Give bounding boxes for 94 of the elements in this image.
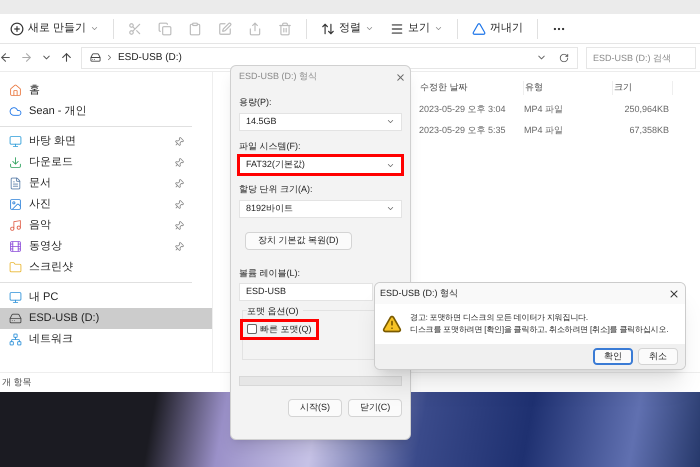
share-icon (248, 22, 262, 36)
scissors-icon (128, 22, 142, 36)
sidebar-item[interactable]: 사진 (0, 194, 192, 215)
toolbar-button[interactable]: 보기 (384, 16, 450, 40)
sidebar-label: 음악 (29, 218, 52, 234)
sidebar-label: Sean - 개인 (29, 104, 88, 120)
caret-icon (434, 24, 444, 33)
sidebar-item[interactable]: 음악 (0, 215, 192, 236)
sidebar-label: 홈 (29, 83, 41, 98)
field-label: 용량(P): (239, 96, 272, 109)
sidebar-label: 문서 (29, 176, 52, 192)
table-cell-text: 250,964KB (623, 102, 670, 116)
caret-icon (365, 24, 374, 33)
status-text: 개 항목 (1, 376, 32, 389)
table-cell-text: 67,358KB (628, 124, 670, 137)
caret-icon (90, 24, 100, 33)
sidebar-item[interactable]: 다운로드 (0, 152, 192, 173)
table-cell-text: MP4 파일 (524, 124, 564, 137)
sidebar-item[interactable]: 문서 (0, 173, 192, 194)
sidebar-label: ESD-USB (D:) (29, 311, 100, 326)
rename-icon (218, 22, 232, 36)
sidebar-label: 동영상 (29, 239, 63, 254)
caret-icon (386, 117, 395, 126)
trash-icon (278, 22, 292, 36)
group-title: 포맷 옵션(O) (247, 305, 302, 318)
dialog-button[interactable]: 확인 (593, 348, 633, 365)
chevron-icon (105, 53, 114, 62)
table-cell-text: MP4 파일 (524, 102, 564, 116)
sidebar-label: 바탕 화면 (29, 134, 78, 150)
input-field[interactable]: ESD-USB (239, 283, 373, 301)
field-label: 파일 시스템(F): (239, 140, 302, 153)
sidebar-item[interactable]: Sean - 개인 (0, 101, 192, 122)
column-header[interactable]: 유형 (524, 81, 613, 95)
home-icon (9, 84, 22, 97)
dialog-title: ESD-USB (D:) 형식 (380, 286, 460, 300)
sidebar-label: 내 PC (29, 290, 60, 306)
download-icon (9, 156, 22, 169)
warning-text: 디스크를 포맷하려면 [확인]을 클릭하고, 취소하려면 [취소]를 클릭하십시오. (410, 324, 668, 336)
up-icon[interactable] (60, 51, 73, 64)
sidebar-item[interactable]: 네트워크 (0, 329, 192, 350)
restore-defaults-button[interactable]: 장치 기본값 복원(D) (245, 232, 352, 250)
sidebar-label: 네트워크 (29, 332, 74, 348)
view-icon (390, 22, 404, 36)
sidebar-item[interactable]: 홈 (0, 80, 192, 101)
quick-format-checkbox[interactable]: 빠른 포맷(Q) (243, 322, 316, 337)
network-icon (9, 333, 22, 346)
sidebar-item[interactable]: 스크린샷 (0, 257, 192, 278)
dropdown[interactable]: FAT32(기본값) (239, 156, 402, 174)
toolbar-button[interactable]: 새로 만들기 (4, 16, 106, 40)
folder-icon (9, 261, 22, 274)
sidebar-item[interactable]: 바탕 화면 (0, 131, 192, 152)
picture-icon (9, 198, 22, 211)
eject-icon (472, 22, 486, 36)
close-icon[interactable] (395, 72, 406, 82)
close-icon[interactable] (668, 288, 680, 300)
caret-icon (386, 204, 395, 213)
copy-icon (158, 22, 172, 36)
music-icon (9, 219, 22, 232)
sidebar-label: 스크린샷 (29, 260, 74, 276)
drive-icon (90, 52, 101, 63)
search-field[interactable]: ESD-USB (D:) 검색 (586, 46, 696, 68)
sidebar-item[interactable]: 동영상 (0, 236, 192, 257)
clipboard-icon (188, 22, 202, 36)
back-icon[interactable] (0, 51, 12, 64)
table-cell-text: 2023-05-29 오후 3:04 (419, 102, 507, 116)
dropdown[interactable]: 14.5GB (239, 112, 402, 130)
sidebar-item[interactable]: 내 PC (0, 287, 192, 308)
video-icon (9, 240, 22, 253)
drive-icon (9, 312, 22, 325)
table-cell-text: 2023-05-29 오후 5:35 (419, 124, 507, 137)
dialog-button[interactable]: 시작(S) (288, 399, 342, 417)
sidebar-label: 사진 (29, 197, 52, 212)
dialog-button[interactable]: 닫기(C) (348, 399, 402, 417)
sort-icon (321, 22, 336, 36)
cloud-icon (9, 105, 22, 118)
refresh-icon (559, 52, 569, 62)
column-header[interactable]: 수정한 날짜 (419, 81, 524, 95)
field-label: 볼륨 레이블(L): (239, 266, 302, 280)
forward-icon[interactable] (20, 51, 33, 64)
field-label: 할당 단위 크기(A): (239, 183, 314, 196)
new-icon (10, 22, 24, 36)
toolbar-button[interactable]: 꺼내기 (466, 16, 530, 40)
sidebar-item[interactable]: ESD-USB (D:) (0, 308, 212, 329)
dialog-button[interactable]: 취소 (638, 348, 678, 365)
sidebar-label: 다운로드 (29, 155, 74, 170)
column-header[interactable]: 크기 (613, 81, 673, 95)
dialog-title: ESD-USB (D:) 형식 (238, 70, 318, 84)
dropdown[interactable]: 8192바이트 (239, 200, 402, 218)
desktop-icon (9, 135, 22, 148)
warning-text: 경고: 포맷하면 디스크의 모든 데이터가 지워집니다. (410, 312, 589, 324)
document-icon (9, 177, 22, 190)
computer-icon (9, 291, 22, 304)
toolbar-button[interactable]: 정렬 (315, 16, 380, 40)
warning-icon (382, 314, 402, 334)
